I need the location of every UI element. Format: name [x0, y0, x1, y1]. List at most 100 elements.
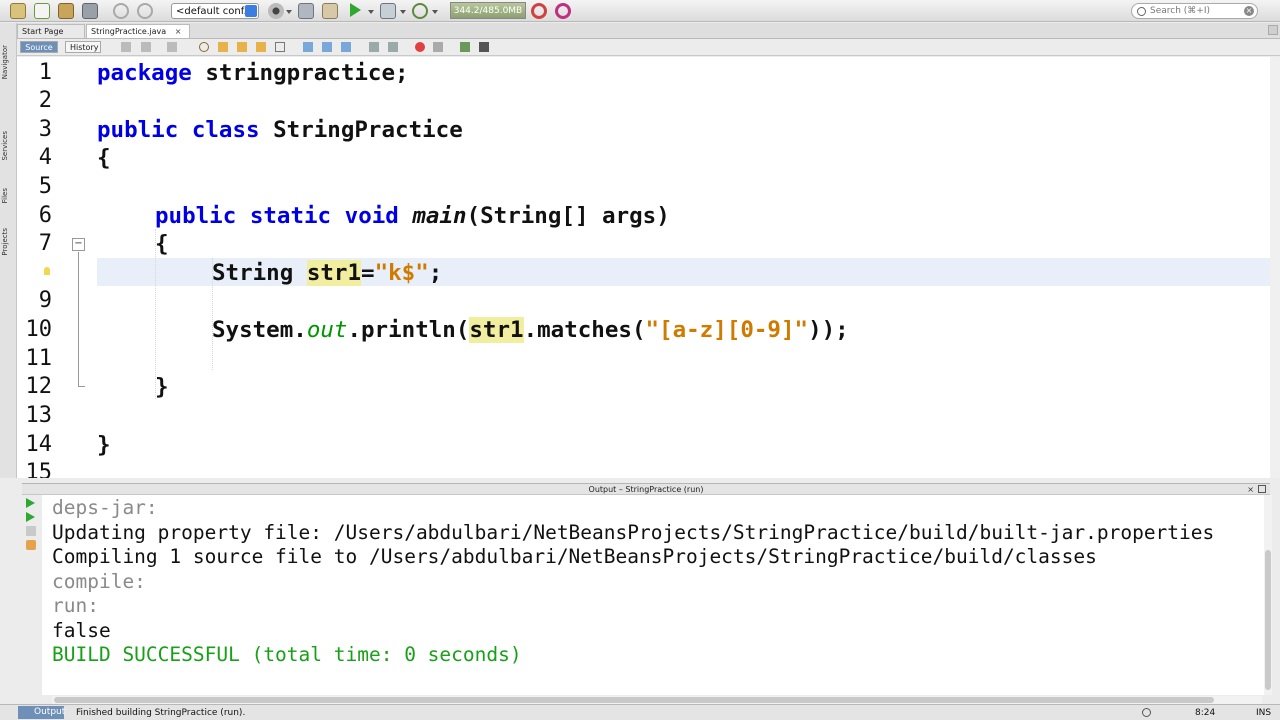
code-text: .println(: [347, 317, 470, 343]
code-line-8: String str1="k$";: [212, 259, 442, 287]
line-number: 3: [38, 117, 52, 142]
string-literal: "k$": [374, 260, 429, 286]
shift-right-icon[interactable]: [388, 42, 398, 52]
rerun-icon[interactable]: [26, 498, 35, 508]
output-line: Updating property file: /Users/abdulbari…: [52, 521, 1215, 544]
scrollbar-thumb[interactable]: [54, 697, 1214, 703]
line-number: 11: [25, 346, 53, 371]
configuration-select[interactable]: <default conf...: [171, 3, 259, 19]
target-dropdown-icon[interactable]: [286, 10, 292, 14]
find-next-icon[interactable]: [237, 42, 247, 52]
toggle-highlight-icon[interactable]: [256, 42, 266, 52]
error-stripe[interactable]: [1270, 57, 1280, 478]
code-line-1: package stringpractice;: [97, 59, 409, 87]
output-horizontal-scrollbar[interactable]: [52, 696, 1262, 704]
variable-highlight: str1: [306, 260, 362, 286]
shift-left-icon[interactable]: [369, 42, 379, 52]
code-text: {: [155, 231, 169, 257]
tab-string-practice[interactable]: StringPractice.java ×: [86, 24, 190, 38]
close-tab-icon[interactable]: ×: [175, 27, 182, 36]
clean-build-icon[interactable]: [322, 3, 338, 19]
code-text: ;: [428, 260, 443, 286]
next-bookmark-icon[interactable]: [322, 42, 332, 52]
tab-start-page[interactable]: Start Page: [17, 24, 85, 38]
gc-icon[interactable]: [531, 3, 547, 19]
start-macro-icon[interactable]: [415, 42, 425, 52]
line-number: 9: [38, 288, 52, 313]
code-line-14: }: [97, 431, 111, 459]
target-icon[interactable]: [268, 3, 284, 19]
hint-lightbulb-icon[interactable]: [44, 267, 50, 275]
output-side-toolbar: [22, 495, 42, 697]
last-edit-icon[interactable]: [121, 42, 131, 52]
caret-position: 8:24: [1195, 708, 1216, 718]
build-hammer-icon[interactable]: [298, 3, 314, 19]
output-line: Compiling 1 source file to /Users/abdulb…: [52, 545, 1097, 568]
output-vertical-scrollbar[interactable]: [1264, 495, 1272, 695]
run-icon[interactable]: [350, 3, 361, 17]
stop-icon[interactable]: [26, 526, 36, 536]
build-result-line: BUILD SUCCESSFUL (total time: 0 seconds): [52, 643, 522, 666]
comment-icon[interactable]: [460, 42, 470, 52]
status-bar: Output Finished building StringPractice …: [0, 704, 1280, 720]
output-panel-header: Output – StringPractice (run) ×: [22, 483, 1270, 495]
toggle-bookmark-icon[interactable]: [341, 42, 351, 52]
static-field: out: [306, 317, 348, 343]
restore-window-icon[interactable]: [1268, 25, 1278, 35]
keyword: class: [191, 117, 260, 143]
keyword: void: [344, 203, 399, 229]
clear-search-icon[interactable]: ×: [1244, 6, 1254, 16]
tab-label: StringPractice.java: [91, 27, 167, 36]
output-console[interactable]: deps-jar: Updating property file: /Users…: [42, 495, 1264, 695]
undo-icon[interactable]: [113, 3, 129, 19]
profile-icon[interactable]: [412, 3, 428, 19]
close-output-icon[interactable]: ×: [1247, 484, 1254, 495]
code-text: stringpractice;: [191, 60, 409, 86]
navigator-tab[interactable]: Navigator: [1, 45, 9, 79]
save-all-icon[interactable]: [82, 3, 98, 19]
find-selection-icon[interactable]: [199, 42, 209, 52]
debug-icon[interactable]: [380, 3, 396, 19]
keyword: public: [97, 117, 179, 143]
services-tab[interactable]: Services: [1, 131, 9, 161]
output-window-tab[interactable]: Output: [18, 706, 65, 719]
rerun-with-args-icon[interactable]: [26, 512, 35, 522]
output-line: deps-jar:: [52, 496, 158, 519]
profiler-snapshot-icon[interactable]: [555, 3, 571, 19]
line-number: 5: [38, 174, 52, 199]
search-input[interactable]: Search (⌘+I) ×: [1131, 3, 1258, 19]
tab-label: Start Page: [22, 27, 64, 36]
history-button[interactable]: History: [65, 41, 101, 53]
code-text: }: [155, 374, 169, 400]
maximize-icon[interactable]: [1258, 485, 1266, 493]
new-file-icon[interactable]: [34, 3, 50, 19]
redo-icon[interactable]: [137, 3, 153, 19]
scrollbar-thumb[interactable]: [1265, 550, 1271, 690]
chevron-down-icon: [245, 5, 257, 17]
toggle-rect-selection-icon[interactable]: [275, 42, 285, 52]
stop-macro-icon[interactable]: [433, 42, 443, 52]
method-name: main: [412, 203, 467, 229]
code-text: }: [97, 432, 111, 458]
forward-icon[interactable]: [167, 42, 177, 52]
find-previous-icon[interactable]: [218, 42, 228, 52]
code-editor[interactable]: 1 2 3 4 5 6 7 9 10 11 12 13 14 15 − pack…: [17, 57, 1270, 478]
line-number: 14: [25, 432, 53, 457]
back-icon[interactable]: [141, 42, 151, 52]
run-dropdown-icon[interactable]: [368, 10, 374, 14]
previous-bookmark-icon[interactable]: [303, 42, 313, 52]
new-project-icon[interactable]: [10, 3, 26, 19]
type-name: String: [212, 260, 294, 286]
files-tab[interactable]: Files: [1, 188, 9, 203]
source-button[interactable]: Source: [20, 41, 58, 53]
uncomment-icon[interactable]: [479, 42, 489, 52]
notifications-icon[interactable]: [1142, 708, 1151, 717]
profile-dropdown-icon[interactable]: [432, 10, 438, 14]
projects-tab[interactable]: Projects: [1, 228, 9, 256]
string-literal: "[a-z][0-9]": [645, 317, 809, 343]
debug-dropdown-icon[interactable]: [400, 10, 406, 14]
fold-collapse-icon[interactable]: −: [72, 238, 85, 251]
memory-indicator[interactable]: 344.2/485.0MB: [450, 2, 526, 19]
settings-icon[interactable]: [26, 540, 36, 550]
open-project-icon[interactable]: [58, 3, 74, 19]
